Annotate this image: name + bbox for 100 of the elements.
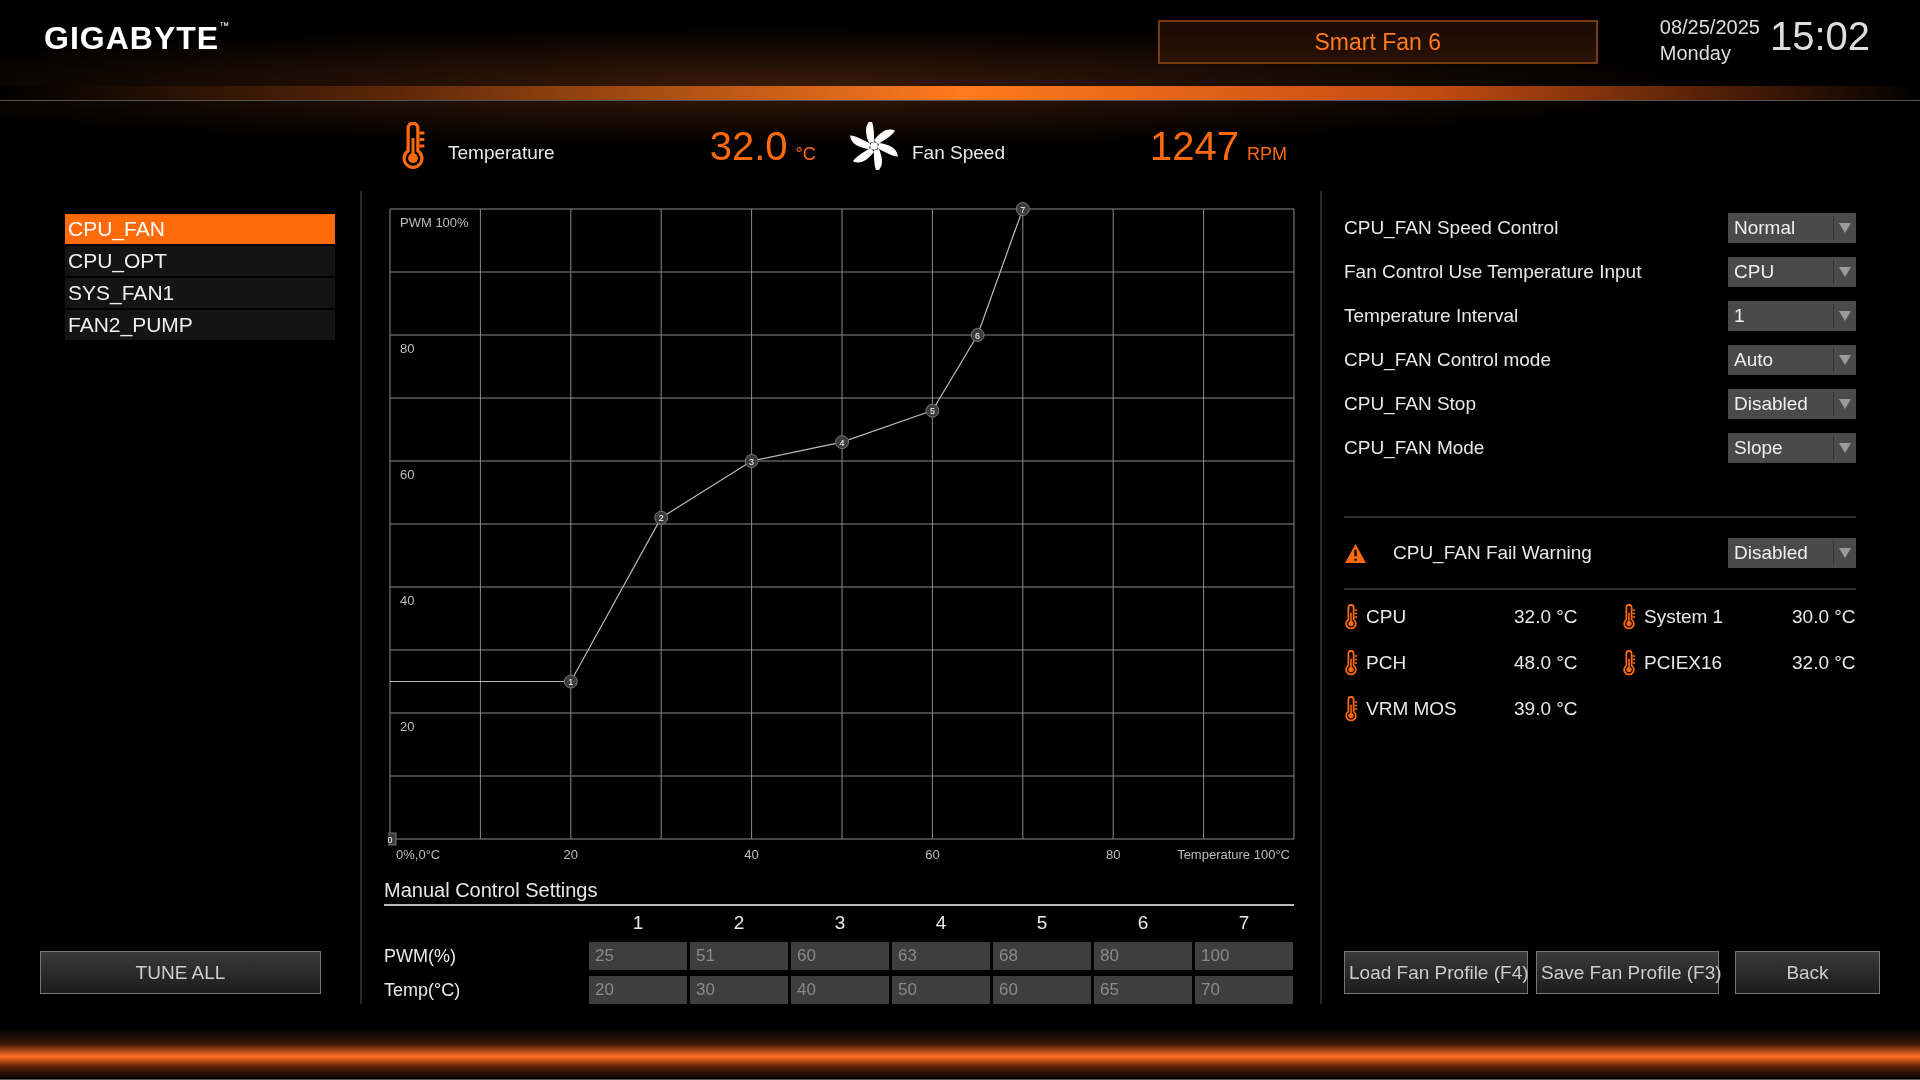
logo: GIGABYTE™ [44, 20, 230, 57]
sensor-value: 32.0 °C [1514, 606, 1579, 628]
sensor-label: PCH [1366, 652, 1407, 674]
caret-icon [1839, 548, 1851, 558]
setting-label: CPU_FAN Speed Control [1344, 217, 1559, 239]
value-field[interactable]: 51 [690, 942, 788, 970]
column-header: 1 [631, 912, 645, 935]
tune-all-button[interactable]: TUNE ALL [40, 951, 321, 994]
thermometer-icon [1622, 604, 1636, 630]
value-field[interactable]: 70 [1195, 976, 1293, 1004]
setting-label: CPU_FAN Stop [1344, 393, 1476, 415]
axis-tick-label: 0%,0°C [396, 847, 441, 862]
thermometer-icon [1344, 696, 1358, 722]
sensor-value: 39.0 °C [1514, 698, 1579, 720]
caret-icon [1839, 399, 1851, 409]
reading-value: 32.0 °C [709, 123, 816, 169]
axis-tick-label: 80 [1105, 847, 1121, 862]
dropdown[interactable]: Disabled [1728, 389, 1856, 419]
thermometer-icon [400, 122, 426, 170]
axis-tick-label: 60 [925, 847, 940, 862]
sensor-label: VRM MOS [1366, 698, 1457, 720]
fan-list-item[interactable]: FAN2_PUMP [65, 310, 335, 340]
point-marker: 3 [744, 454, 759, 468]
axis-tick-label: 60 [400, 467, 415, 482]
value-field[interactable]: 65 [1094, 976, 1192, 1004]
dropdown[interactable]: Auto [1728, 345, 1856, 375]
setting-label: CPU_FAN Control mode [1344, 349, 1551, 371]
fan-list-item[interactable]: CPU_OPT [65, 246, 335, 276]
fan-list-item[interactable]: SYS_FAN1 [65, 278, 335, 308]
row-label: PWM(%) [384, 945, 457, 967]
caret-icon [1839, 267, 1851, 277]
sensor-value: 30.0 °C [1792, 606, 1857, 628]
column-header: 3 [833, 912, 847, 935]
dropdown[interactable]: CPU [1728, 257, 1856, 287]
value-field[interactable]: 50 [892, 976, 990, 1004]
axis-tick-label: 40 [400, 593, 415, 608]
value-field[interactable]: 40 [791, 976, 889, 1004]
action-button[interactable]: Back [1735, 951, 1880, 994]
sensor-label: System 1 [1644, 606, 1724, 628]
column-header: 7 [1237, 912, 1251, 935]
thermometer-icon [1622, 650, 1636, 676]
caret-icon [1839, 443, 1851, 453]
thermometer-icon [1344, 604, 1358, 630]
axis-tick-label: Temperature 100°C [1177, 847, 1290, 862]
annotation: 0 [387, 834, 393, 845]
annotation: 7 [1020, 204, 1026, 215]
caret-icon [1839, 355, 1851, 365]
fan-icon [850, 122, 898, 170]
point-marker: 4 [835, 435, 849, 450]
setting-label: CPU_FAN Mode [1344, 437, 1485, 459]
row-label: Temp(°C) [384, 979, 462, 1001]
annotation: 6 [975, 330, 981, 341]
point-marker: 7 [1015, 202, 1030, 216]
column-header: 2 [732, 912, 746, 935]
caret-icon [1839, 223, 1851, 233]
value-field[interactable]: 63 [892, 942, 990, 970]
point-marker: 2 [654, 510, 669, 525]
caret-icon [1839, 311, 1851, 321]
point-marker: 6 [970, 328, 985, 342]
annotation: 3 [749, 456, 755, 467]
dropdown[interactable]: Normal [1728, 213, 1856, 243]
sensor-label: PCIEX16 [1644, 652, 1723, 674]
value-field[interactable]: 100 [1195, 942, 1293, 970]
setting-label: CPU_FAN Fail Warning [1393, 542, 1592, 564]
annotation: 2 [658, 513, 664, 524]
sensor-label: CPU [1366, 606, 1407, 628]
action-button[interactable]: Save Fan Profile (F3) [1536, 951, 1719, 994]
clock-time: 15:02 [1769, 14, 1870, 59]
value-field[interactable]: 68 [993, 942, 1091, 970]
sensor-value: 48.0 °C [1514, 652, 1579, 674]
column-header: 4 [934, 912, 948, 935]
setting-label: Temperature Interval [1344, 305, 1519, 327]
fan-list-item[interactable]: CPU_FAN [65, 214, 335, 244]
reading-value: 1247 RPM [1149, 123, 1287, 169]
setting-label: Fan Control Use Temperature Input [1344, 261, 1642, 283]
weekday-text: Monday [1659, 41, 1732, 66]
dropdown[interactable]: Disabled [1728, 538, 1856, 568]
section-title: Manual Control Settings [384, 879, 1294, 906]
annotation: 4 [839, 437, 845, 448]
warning-icon [1344, 542, 1367, 564]
thermometer-icon [1344, 650, 1358, 676]
dropdown[interactable]: 1 [1728, 301, 1856, 331]
value-field[interactable]: 20 [589, 976, 687, 1004]
reading-label: Fan Speed [912, 142, 1005, 164]
action-button[interactable]: Load Fan Profile (F4) [1344, 951, 1528, 994]
sensor-value: 32.0 °C [1792, 652, 1857, 674]
axis-tick-label: 20 [563, 847, 579, 862]
column-header: 6 [1136, 912, 1150, 935]
axis-tick-label: 40 [744, 847, 759, 862]
axis-tick-label: 20 [400, 719, 415, 734]
value-field[interactable]: 60 [993, 976, 1091, 1004]
date-text: 08/25/2025 [1659, 15, 1760, 40]
value-field[interactable]: 25 [589, 942, 687, 970]
axis-tick-label: PWM 100% [400, 215, 469, 230]
reading-label: Temperature [448, 142, 555, 164]
value-field[interactable]: 60 [791, 942, 889, 970]
value-field[interactable]: 30 [690, 976, 788, 1004]
dropdown[interactable]: Slope [1728, 433, 1856, 463]
value-field[interactable]: 80 [1094, 942, 1192, 970]
annotation: 1 [568, 677, 574, 687]
